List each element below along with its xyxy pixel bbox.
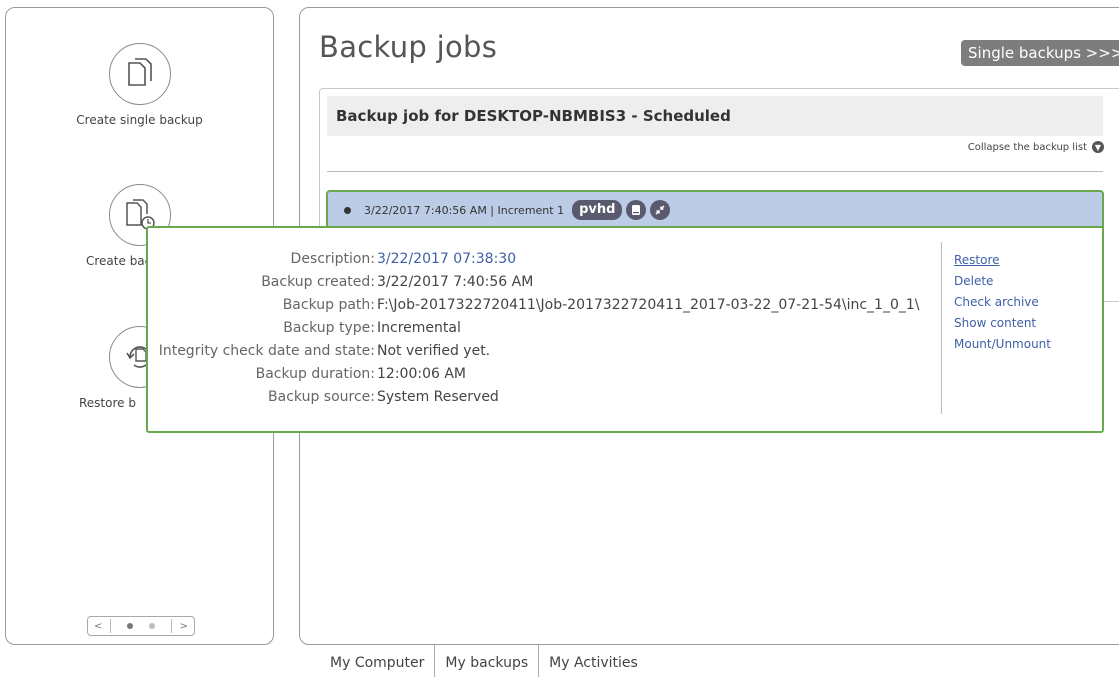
page-title: Backup jobs [319, 30, 498, 64]
pager-separator [110, 619, 112, 633]
detail-key: Backup created: [261, 274, 375, 290]
mount-unmount-link[interactable]: Mount/Unmount [954, 334, 1051, 355]
check-archive-link[interactable]: Check archive [954, 292, 1051, 313]
detail-key: Backup type: [283, 320, 375, 336]
pager-separator [170, 619, 172, 633]
tab-my-activities[interactable]: My Activities [539, 645, 648, 677]
shrink-icon[interactable] [650, 200, 671, 220]
pager-prev-button[interactable]: < [94, 621, 102, 632]
detail-row-path: Backup path: F:\Job-2017322720411\Job-20… [148, 294, 920, 317]
detail-value: Incremental [377, 320, 461, 336]
detail-row-duration: Backup duration: 12:00:06 AM [148, 363, 920, 386]
detail-value: F:\Job-2017322720411\Job-2017322720411_2… [377, 297, 920, 313]
detail-row-source: Backup source: System Reserved [148, 386, 920, 409]
pager-dot[interactable] [148, 622, 155, 629]
detail-value: System Reserved [377, 389, 499, 405]
backup-details-panel: Description: 3/22/2017 07:38:30 Backup c… [146, 226, 1104, 433]
backup-details-table: Description: 3/22/2017 07:38:30 Backup c… [148, 248, 920, 409]
detail-value: Not verified yet. [377, 343, 491, 359]
detail-key: Backup source: [268, 389, 375, 405]
pager-dots [119, 621, 163, 632]
description-value[interactable]: 3/22/2017 07:38:30 [375, 248, 516, 271]
detail-key: Integrity check date and state: [158, 343, 375, 359]
create-single-backup-label: Create single backup [76, 113, 203, 127]
sidebar-pager: < > [87, 616, 195, 636]
tab-my-backups[interactable]: My backups [434, 645, 540, 677]
pager-dot-active[interactable] [126, 622, 133, 629]
show-content-link[interactable]: Show content [954, 313, 1051, 334]
single-backup-icon [108, 43, 171, 105]
detail-key: Backup path: [282, 297, 375, 313]
chevron-down-icon: ▼ [1092, 141, 1104, 153]
disk-icon[interactable] [626, 200, 647, 220]
tab-my-computer[interactable]: My Computer [320, 645, 434, 677]
backup-item-label: 3/22/2017 7:40:56 AM | Increment 1 [364, 203, 565, 217]
collapse-backup-list[interactable]: Collapse the backup list ▼ [968, 141, 1104, 153]
create-single-backup-action[interactable]: Create single backup [6, 43, 273, 127]
divider [941, 242, 942, 414]
collapse-label: Collapse the backup list [967, 141, 1087, 153]
detail-row-created: Backup created: 3/22/2017 7:40:56 AM [148, 271, 920, 294]
delete-link[interactable]: Delete [954, 271, 1051, 292]
bullet-icon [344, 206, 351, 214]
divider [327, 171, 1103, 172]
single-backups-button[interactable]: Single backups >>> [961, 40, 1119, 66]
backup-list-item[interactable]: 3/22/2017 7:40:56 AM | Increment 1 pvhd [326, 190, 1104, 228]
detail-key: Backup duration: [255, 366, 375, 382]
detail-row-integrity: Integrity check date and state: Not veri… [148, 340, 920, 363]
detail-row-type: Backup type: Incremental [148, 317, 920, 340]
detail-value: 12:00:06 AM [377, 366, 466, 382]
backup-job-header[interactable]: Backup job for DESKTOP-NBMBIS3 - Schedul… [327, 96, 1103, 136]
pvhd-badge: pvhd [572, 200, 623, 220]
detail-value: 3/22/2017 7:40:56 AM [377, 274, 534, 290]
detail-row-description: Description: 3/22/2017 07:38:30 [148, 248, 920, 271]
backup-actions: Restore Delete Check archive Show conten… [954, 250, 1051, 355]
detail-key: Description: [290, 251, 375, 267]
bottom-tabs: My Computer My backups My Activities [320, 645, 648, 677]
restore-link[interactable]: Restore [954, 250, 1051, 271]
pager-next-button[interactable]: > [180, 621, 188, 632]
